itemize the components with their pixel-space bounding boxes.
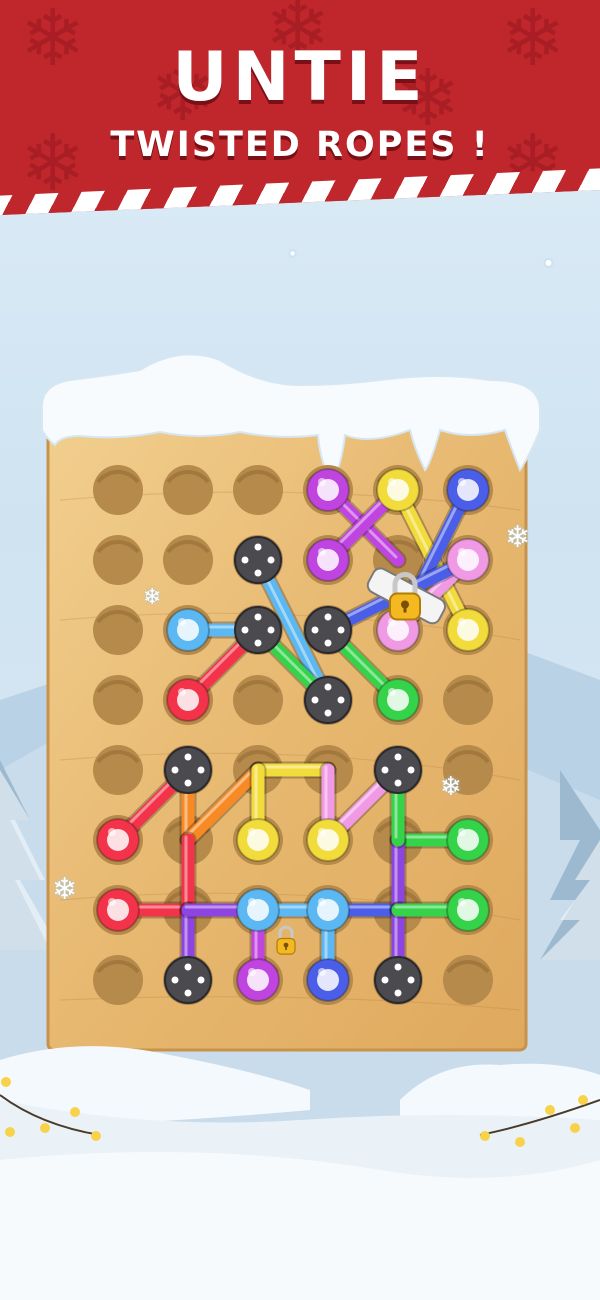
rope-peg[interactable] xyxy=(236,888,280,932)
rope-peg[interactable] xyxy=(96,888,140,932)
snow-ground xyxy=(0,1046,600,1300)
rope-peg[interactable] xyxy=(306,538,350,582)
rope-peg[interactable] xyxy=(166,678,210,722)
snowflake-icon: ❄ xyxy=(440,772,462,802)
rope-peg[interactable] xyxy=(306,958,350,1002)
rope-peg[interactable] xyxy=(376,678,420,722)
screw-peg[interactable] xyxy=(164,956,212,1004)
screw-peg[interactable] xyxy=(164,746,212,794)
rope-peg[interactable] xyxy=(446,608,490,652)
snowflake-icon: ❄ xyxy=(505,520,531,555)
rope-peg[interactable] xyxy=(236,958,280,1002)
screw-peg[interactable] xyxy=(304,606,352,654)
snowflake-icon: ❄ xyxy=(52,872,78,907)
rope[interactable] xyxy=(179,831,197,919)
rope-peg[interactable] xyxy=(376,468,420,512)
rope-peg[interactable] xyxy=(306,888,350,932)
screw-peg[interactable] xyxy=(374,746,422,794)
rope-peg[interactable] xyxy=(166,608,210,652)
rope-peg[interactable] xyxy=(446,888,490,932)
screw-peg[interactable] xyxy=(374,956,422,1004)
rope-peg[interactable] xyxy=(446,818,490,862)
screw-peg[interactable] xyxy=(234,536,282,584)
rope[interactable] xyxy=(249,761,337,779)
rope-peg[interactable] xyxy=(446,468,490,512)
rope-peg[interactable] xyxy=(96,818,140,862)
screw-peg[interactable] xyxy=(304,676,352,724)
rope-peg[interactable] xyxy=(446,538,490,582)
snowflake-icon: ● xyxy=(290,250,296,257)
rope-peg[interactable] xyxy=(236,818,280,862)
snowflake-icon: ● xyxy=(545,258,552,267)
rope-peg[interactable] xyxy=(306,818,350,862)
snowflake-icon: ❄ xyxy=(143,585,162,610)
rope-peg[interactable] xyxy=(306,468,350,512)
screw-peg[interactable] xyxy=(234,606,282,654)
